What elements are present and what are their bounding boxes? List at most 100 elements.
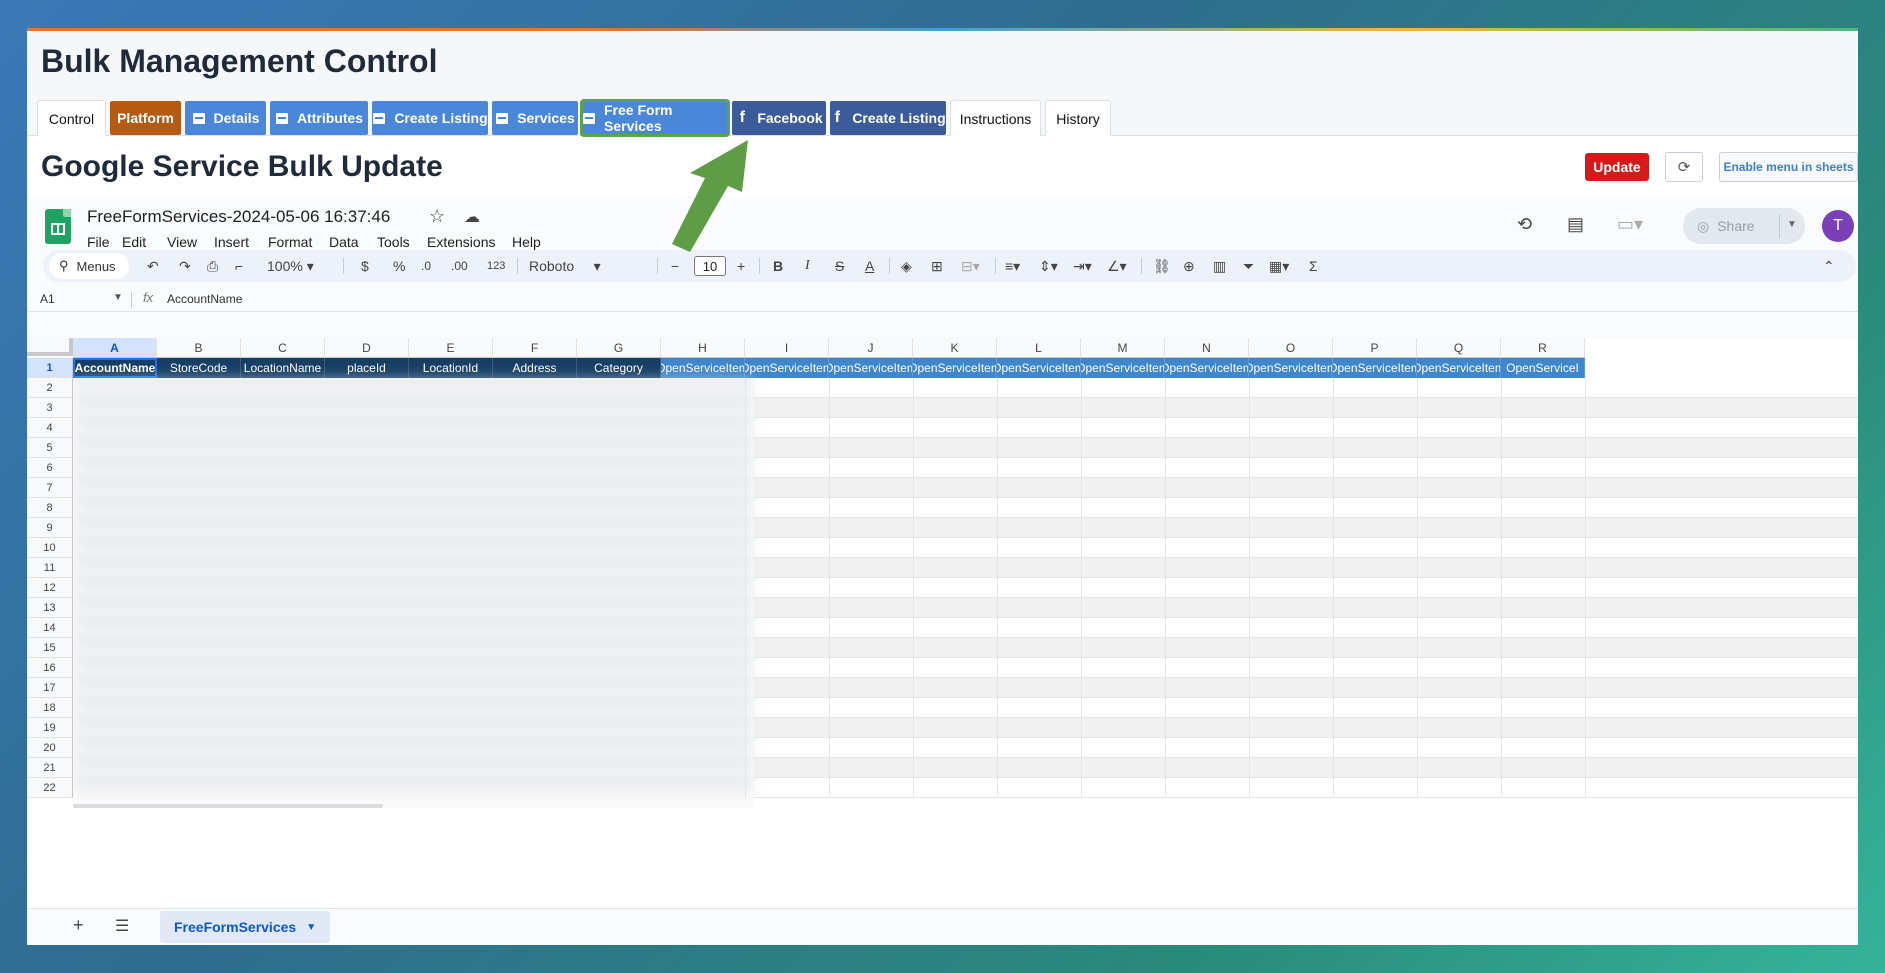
menu-data[interactable]: Data xyxy=(329,234,359,250)
row-header[interactable]: 22 xyxy=(27,778,73,798)
column-header[interactable]: J xyxy=(829,338,913,358)
header-cell[interactable]: Category xyxy=(577,358,661,378)
meet-icon[interactable]: ▭▾ xyxy=(1617,214,1643,235)
insert-chart-icon[interactable]: ▥ xyxy=(1213,257,1226,275)
enable-menu-button[interactable]: Enable menu in sheets xyxy=(1719,152,1858,182)
zoom-select[interactable]: 100% ▾ xyxy=(267,257,314,275)
header-cell[interactable]: LocationName xyxy=(241,358,325,378)
tab-facebook[interactable]: f Facebook xyxy=(732,101,826,135)
strikethrough-button[interactable]: S xyxy=(835,257,844,275)
column-header[interactable]: G xyxy=(577,338,661,358)
header-cell[interactable]: LocationId xyxy=(409,358,493,378)
undo-icon[interactable]: ↶ xyxy=(147,257,159,275)
column-header[interactable]: A xyxy=(73,338,157,358)
row-header[interactable]: 2 xyxy=(27,378,73,398)
column-header[interactable]: E xyxy=(409,338,493,358)
functions-button[interactable]: Σ xyxy=(1309,257,1318,275)
name-box[interactable]: A1 xyxy=(40,292,55,306)
column-header[interactable]: I xyxy=(745,338,829,358)
italic-button[interactable]: I xyxy=(805,257,810,275)
menu-format[interactable]: Format xyxy=(268,234,312,250)
update-button[interactable]: Update xyxy=(1585,153,1649,181)
all-sheets-icon[interactable]: ☰ xyxy=(115,916,129,936)
tab-free-form-services[interactable]: Free Form Services xyxy=(580,99,730,137)
paint-format-icon[interactable]: ⌐ xyxy=(235,257,243,275)
menu-insert[interactable]: Insert xyxy=(214,234,249,250)
decrease-font-size-icon[interactable]: − xyxy=(671,257,679,275)
column-header[interactable]: D xyxy=(325,338,409,358)
print-icon[interactable]: ⎙ xyxy=(207,257,218,275)
column-header[interactable]: B xyxy=(157,338,241,358)
row-header[interactable]: 12 xyxy=(27,578,73,598)
row-header[interactable]: 16 xyxy=(27,658,73,678)
text-wrap-icon[interactable]: ⇥▾ xyxy=(1073,257,1092,275)
tab-details[interactable]: Details xyxy=(185,101,266,135)
collapse-toolbar-icon[interactable]: ⌃ xyxy=(1823,257,1835,275)
row-header[interactable]: 17 xyxy=(27,678,73,698)
version-history-icon[interactable]: ⟲ xyxy=(1517,214,1532,235)
header-cell[interactable]: Address xyxy=(493,358,577,378)
borders-icon[interactable]: ⊞ xyxy=(931,257,943,275)
row-header[interactable]: 5 xyxy=(27,438,73,458)
text-color-button[interactable]: A xyxy=(865,257,874,275)
formula-input[interactable]: AccountName xyxy=(167,292,242,306)
column-header[interactable]: N xyxy=(1165,338,1249,358)
menu-view[interactable]: View xyxy=(167,234,197,250)
tab-history[interactable]: History xyxy=(1045,100,1111,136)
menu-extensions[interactable]: Extensions xyxy=(427,234,495,250)
column-header[interactable]: M xyxy=(1081,338,1165,358)
row-header[interactable]: 18 xyxy=(27,698,73,718)
row-header[interactable]: 6 xyxy=(27,458,73,478)
column-header[interactable]: H xyxy=(661,338,745,358)
row-header[interactable]: 10 xyxy=(27,538,73,558)
row-header[interactable]: 13 xyxy=(27,598,73,618)
row-header[interactable]: 4 xyxy=(27,418,73,438)
filter-icon[interactable]: ⏷ xyxy=(1243,257,1254,275)
search-menus[interactable]: ⚲ Menus xyxy=(49,253,129,279)
column-header[interactable]: P xyxy=(1333,338,1417,358)
tab-create-listing-facebook[interactable]: f Create Listing xyxy=(830,101,946,135)
header-cell[interactable]: OpenServiceItem xyxy=(1165,358,1249,378)
column-header[interactable]: K xyxy=(913,338,997,358)
chevron-down-icon[interactable]: ▼ xyxy=(1787,219,1797,230)
tab-control[interactable]: Control xyxy=(37,100,106,136)
redo-icon[interactable]: ↷ xyxy=(179,257,191,275)
menu-edit[interactable]: Edit xyxy=(122,234,146,250)
row-header[interactable]: 8 xyxy=(27,498,73,518)
header-cell[interactable]: StoreCode xyxy=(157,358,241,378)
row-header[interactable]: 21 xyxy=(27,758,73,778)
insert-comment-icon[interactable]: ⊕ xyxy=(1183,257,1195,275)
row-header[interactable]: 20 xyxy=(27,738,73,758)
header-cell[interactable]: OpenServiceItem xyxy=(745,358,829,378)
increase-font-size-icon[interactable]: + xyxy=(737,257,745,275)
column-header[interactable]: C xyxy=(241,338,325,358)
tab-attributes[interactable]: Attributes xyxy=(270,101,368,135)
menu-file[interactable]: File xyxy=(87,234,110,250)
add-sheet-icon[interactable]: + xyxy=(73,915,84,936)
row-header[interactable]: 7 xyxy=(27,478,73,498)
refresh-button[interactable]: ⟳ xyxy=(1665,152,1703,182)
row-header[interactable]: 14 xyxy=(27,618,73,638)
header-cell[interactable]: OpenServiceItem xyxy=(913,358,997,378)
chevron-down-icon[interactable]: ▼ xyxy=(113,292,123,303)
filter-views-icon[interactable]: ▦▾ xyxy=(1269,257,1289,275)
fill-color-icon[interactable]: ◈ xyxy=(901,257,912,275)
row-header[interactable]: 3 xyxy=(27,398,73,418)
font-select[interactable]: Roboto ▾ xyxy=(529,257,601,275)
header-cell[interactable]: OpenServiceItem xyxy=(997,358,1081,378)
column-header[interactable]: R xyxy=(1501,338,1585,358)
column-header[interactable]: Q xyxy=(1417,338,1501,358)
header-cell[interactable]: OpenServiceItem xyxy=(1333,358,1417,378)
tab-services[interactable]: Services xyxy=(492,101,578,135)
row-header[interactable]: 15 xyxy=(27,638,73,658)
tab-platform[interactable]: Platform xyxy=(110,101,181,135)
document-name[interactable]: FreeFormServices-2024-05-06 16:37:46 xyxy=(87,207,390,227)
bold-button[interactable]: B xyxy=(773,257,783,275)
row-header[interactable]: 1 xyxy=(27,358,73,378)
header-cell[interactable]: OpenServiceItem xyxy=(829,358,913,378)
tab-create-listing-google[interactable]: Create Listing xyxy=(372,101,488,135)
header-cell[interactable]: OpenServiceItem xyxy=(1081,358,1165,378)
header-cell[interactable]: placeId xyxy=(325,358,409,378)
header-cell[interactable]: OpenServiceItem xyxy=(1249,358,1333,378)
column-header[interactable]: O xyxy=(1249,338,1333,358)
